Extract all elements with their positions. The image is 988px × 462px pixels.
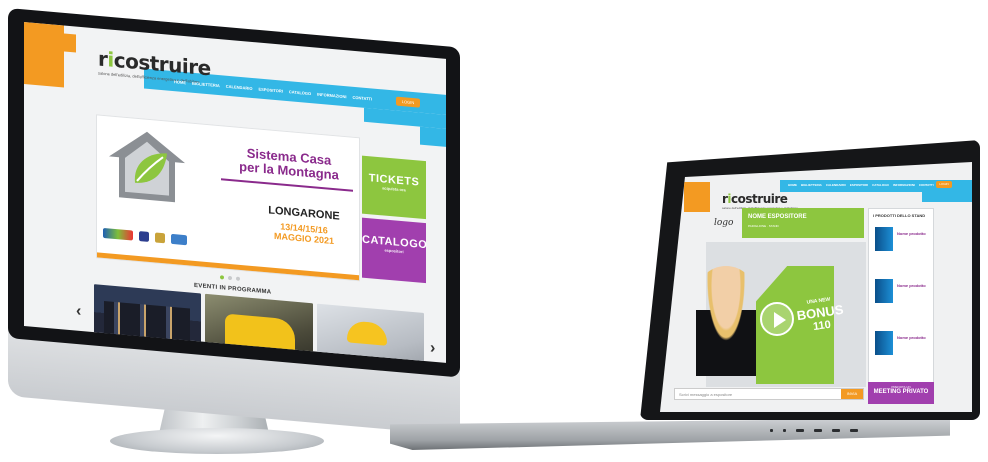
sponsor-logo: [171, 233, 187, 246]
port: [770, 429, 773, 432]
login-button[interactable]: LOGIN: [936, 181, 952, 188]
nav-item-espositori[interactable]: ESPOSITORI: [850, 183, 868, 187]
product-image[interactable]: [875, 227, 893, 251]
imac-stand-base: [110, 428, 324, 454]
nav-item-informazioni[interactable]: INFORMAZIONI: [893, 183, 915, 187]
hero-dates: 13/14/15/16 MAGGIO 2021: [249, 219, 359, 249]
product-name[interactable]: Nome prodotto: [897, 335, 926, 340]
site-logo[interactable]: ricostruire: [722, 192, 788, 206]
laptop-website: ricostruire salone dell'edilizia, dell'e…: [660, 162, 972, 412]
nav-item-contatti[interactable]: CONTATTI: [919, 183, 934, 187]
main-nav: HOME BIGLIETTERIA CALENDARIO ESPOSITORI …: [788, 183, 934, 187]
desktop-website: ricostruire salone dell'edilizia, dell'e…: [24, 22, 446, 363]
nav-item-home[interactable]: HOME: [788, 183, 797, 187]
product-image[interactable]: [875, 279, 893, 303]
exhibitor-name: NOME ESPOSITORE: [748, 214, 807, 220]
meeting-label: MEETING PRIVATO: [873, 389, 929, 395]
port: [783, 429, 786, 432]
message-placeholder: Scrivi messaggio a espositore: [679, 392, 733, 397]
bonus-text: UNA NEW BONUS 110: [788, 288, 853, 336]
presenter-image: [696, 266, 756, 376]
carousel-dot[interactable]: [228, 275, 232, 281]
exhibitor-sub: PADIGLIONE · STAND: [748, 224, 779, 228]
orange-decoration: [24, 22, 64, 88]
catalog-tile[interactable]: CATALOGO espositori: [362, 217, 427, 284]
port: [850, 429, 858, 432]
sponsor-logo: [155, 232, 165, 244]
send-button[interactable]: INVIA: [841, 389, 863, 399]
sponsor-logos: [103, 227, 187, 246]
bonus-line: 110: [812, 318, 832, 334]
product-name[interactable]: Nome prodotto: [897, 231, 926, 236]
sponsor-logo: [103, 227, 133, 241]
products-sidebar: I PRODOTTI DELLO STAND Nome prodotto Nom…: [868, 208, 934, 388]
tickets-tile[interactable]: TICKETS acquista ora: [362, 155, 426, 220]
orange-decoration: [684, 182, 710, 212]
blue-decoration: [922, 192, 972, 202]
product-image[interactable]: [875, 331, 893, 355]
port: [814, 429, 822, 432]
exhibitor-name-bar: NOME ESPOSITORE PADIGLIONE · STAND: [742, 208, 864, 238]
house-leaf-icon: [109, 131, 185, 203]
nav-item-catalogo[interactable]: CATALOGO: [872, 183, 889, 187]
hero-title: Sistema Casa per la Montagna: [225, 145, 353, 184]
port: [796, 429, 804, 432]
laptop-base: [390, 418, 950, 450]
nav-item-biglietteria[interactable]: BIGLIETTERIA: [801, 183, 822, 187]
exhibitor-logo: logo: [714, 218, 734, 228]
logo-part: r: [98, 46, 108, 72]
logo-part: costruire: [731, 192, 788, 206]
orange-decoration: [54, 32, 76, 53]
port: [832, 429, 840, 432]
laptop-ports: [770, 429, 858, 432]
chevron-left-icon[interactable]: ‹: [76, 303, 81, 321]
blue-decoration: [420, 126, 446, 147]
hero-banner[interactable]: Sistema Casa per la Montagna LONGARONE 1…: [96, 114, 360, 282]
device-mockup-scene: ricostruire salone dell'edilizia, dell'e…: [0, 0, 988, 462]
chevron-right-icon[interactable]: ›: [430, 340, 435, 358]
private-meeting-button[interactable]: PRENOTA UN MEETING PRIVATO: [868, 382, 934, 404]
product-name[interactable]: Nome prodotto: [897, 283, 926, 288]
nav-item-calendario[interactable]: CALENDARIO: [826, 183, 846, 187]
message-input[interactable]: Scrivi messaggio a espositore INVIA: [674, 388, 864, 400]
carousel-dots: [220, 275, 240, 281]
products-title: I PRODOTTI DELLO STAND: [873, 213, 926, 218]
sponsor-logo: [139, 231, 149, 242]
carousel-dot[interactable]: [220, 275, 224, 280]
nav-item-home[interactable]: HOME: [174, 79, 186, 85]
carousel-dot[interactable]: [236, 276, 240, 281]
